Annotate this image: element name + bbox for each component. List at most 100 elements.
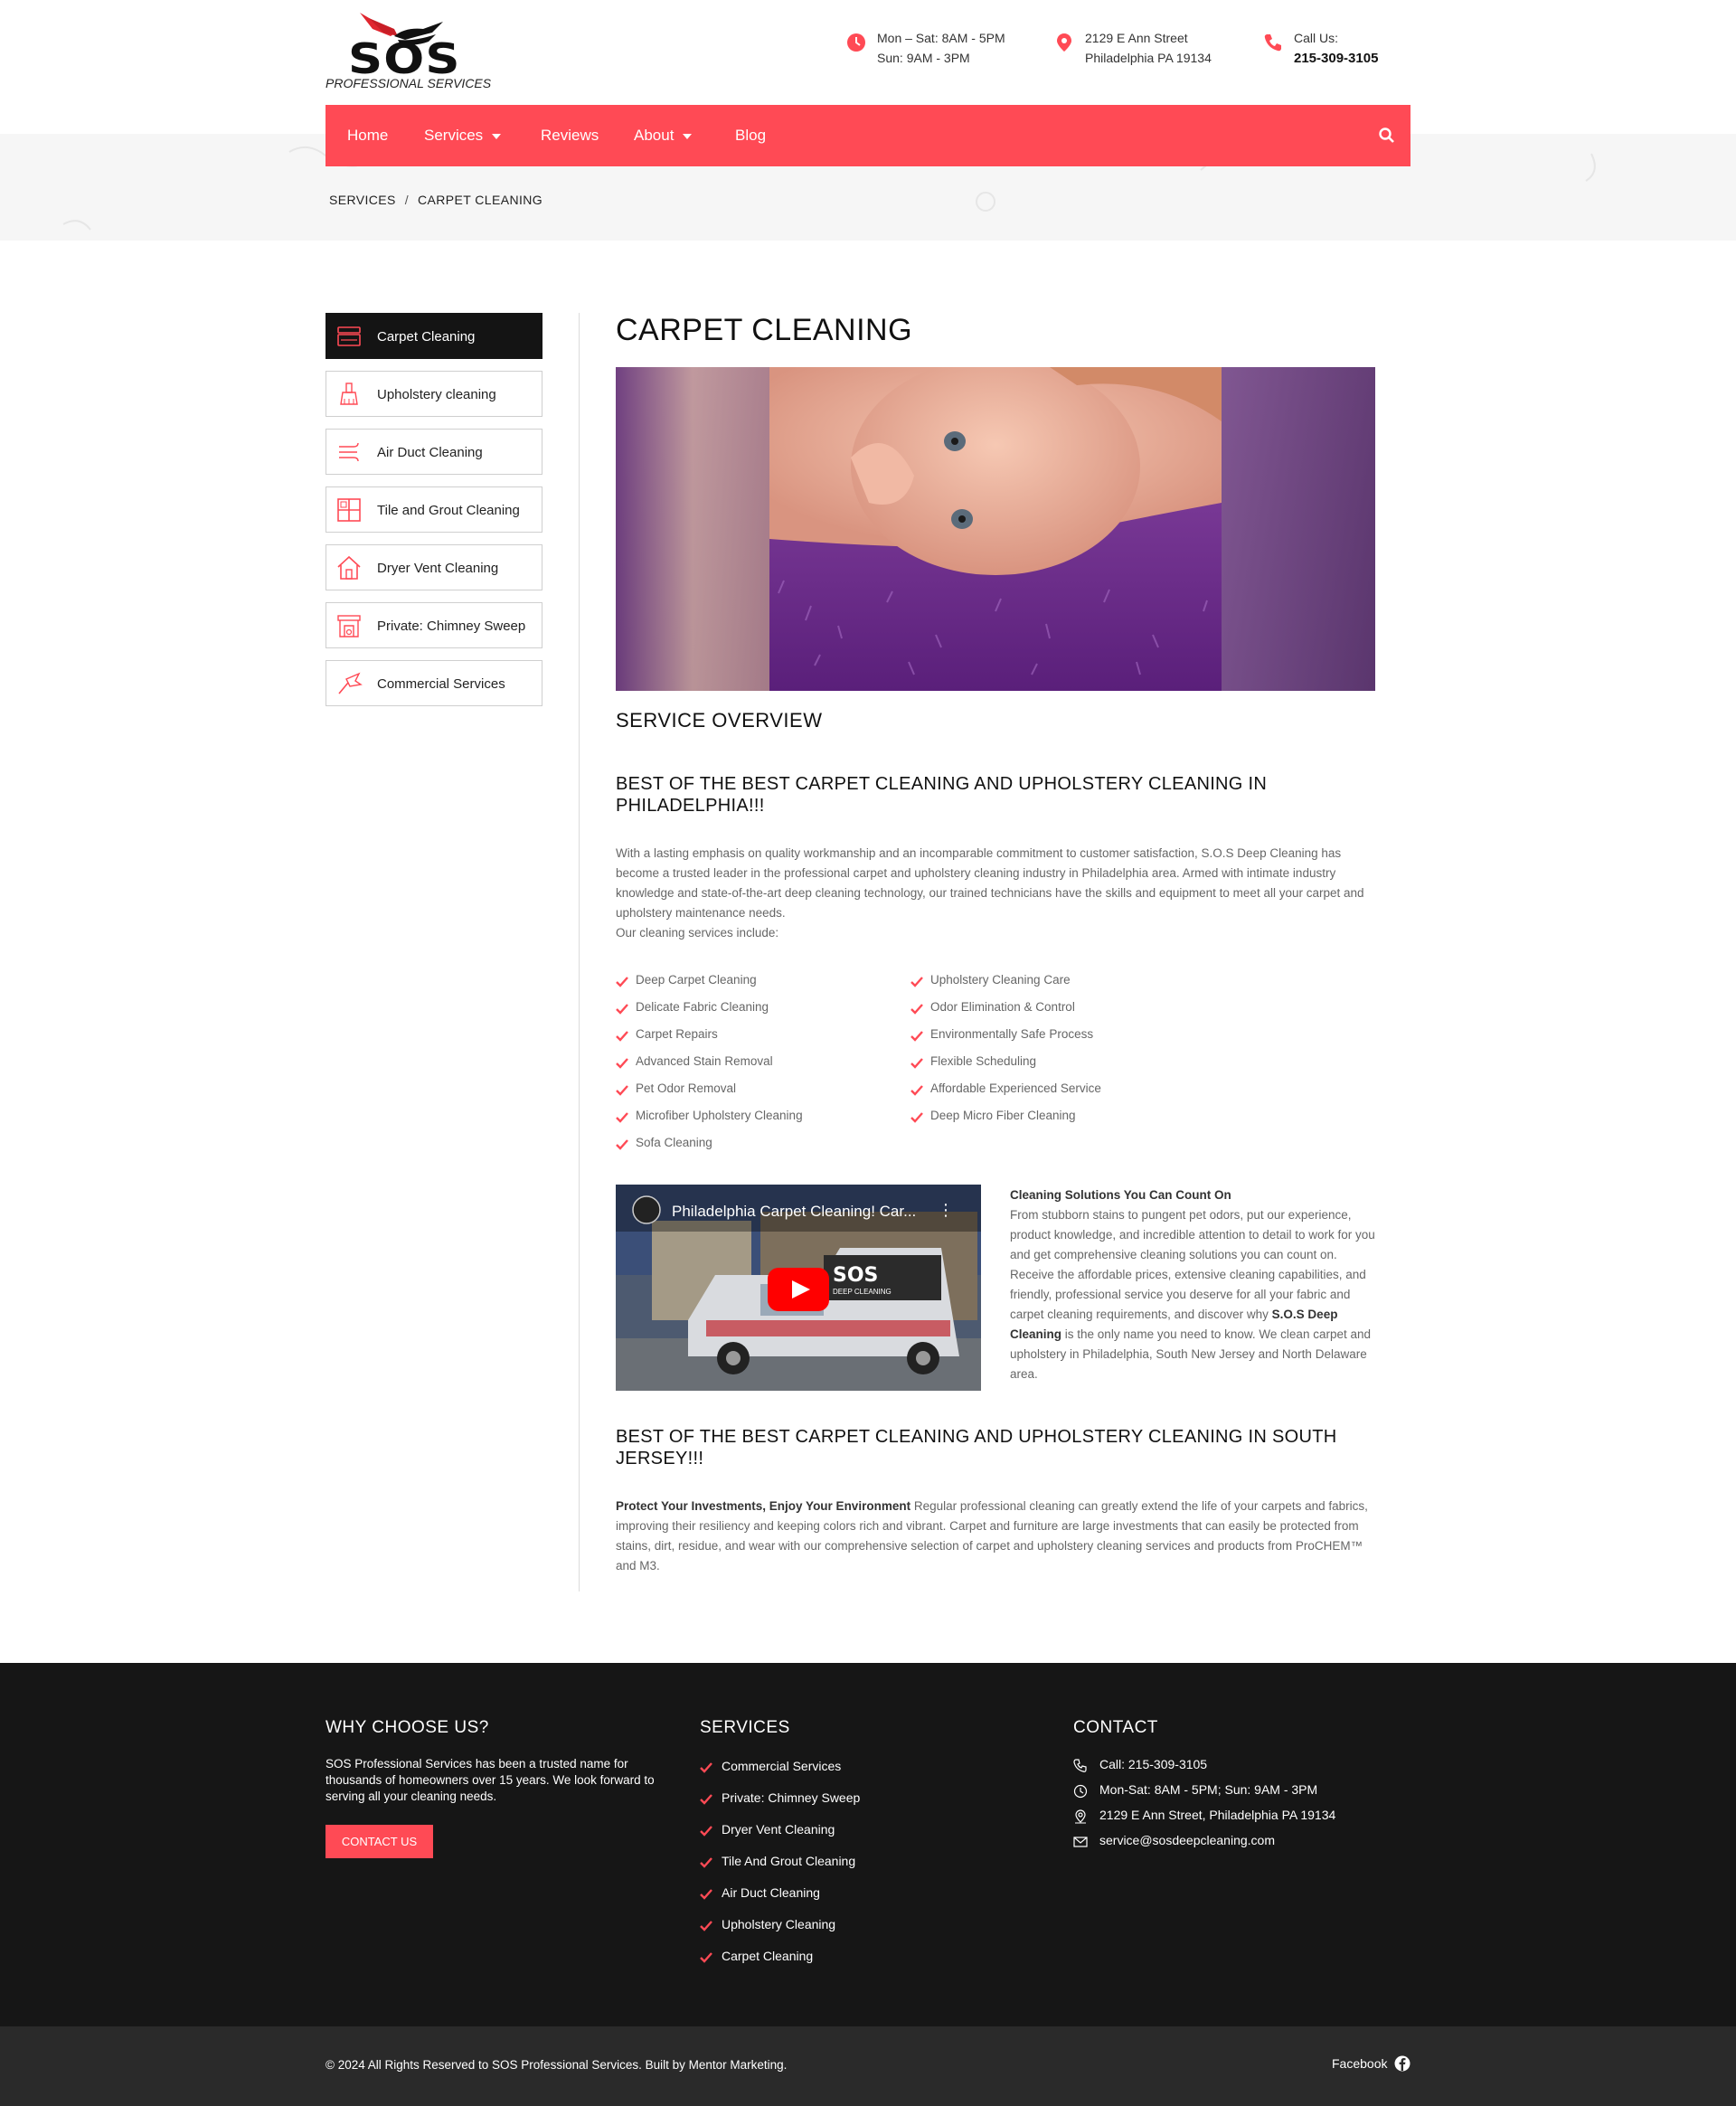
check-icon	[700, 1794, 712, 1805]
sidebar-item-tile-grout-cleaning[interactable]: Tile and Grout Cleaning	[326, 486, 542, 533]
check-icon	[700, 1762, 712, 1773]
why-choose-title: WHY CHOOSE US?	[326, 1718, 489, 1737]
page-title: CARPET CLEANING	[616, 313, 913, 347]
nav-reviews-label: Reviews	[541, 127, 599, 144]
footer-services-title: SERVICES	[700, 1718, 790, 1737]
phone-icon	[1264, 34, 1281, 52]
sidebar-item-label: Upholstery cleaning	[377, 387, 496, 402]
nav-about[interactable]: About	[634, 127, 693, 145]
check-icon	[910, 1004, 923, 1015]
check-icon	[910, 1031, 923, 1042]
check-icon	[910, 977, 923, 987]
more-options-icon[interactable]: ⋮	[938, 1201, 954, 1220]
sidebar-item-air-duct-cleaning[interactable]: Air Duct Cleaning	[326, 429, 542, 475]
nav-blog-label: Blog	[735, 127, 767, 144]
footer-service-label: Commercial Services	[722, 1759, 842, 1773]
list-item-text: Delicate Fabric Cleaning	[636, 1000, 769, 1014]
call-number[interactable]: 215-309-3105	[1294, 51, 1378, 66]
play-icon[interactable]	[768, 1268, 829, 1311]
footer-service-label: Upholstery Cleaning	[722, 1917, 836, 1931]
protect-bold: Protect Your Investments, Enjoy Your Env…	[616, 1499, 911, 1513]
list-item-text: Environmentally Safe Process	[930, 1027, 1094, 1041]
check-icon	[616, 1031, 628, 1042]
footer-service-label: Carpet Cleaning	[722, 1949, 814, 1963]
copyright-text: © 2024 All Rights Reserved to SOS Profes…	[326, 2058, 788, 2072]
list-item-text: Carpet Repairs	[636, 1027, 718, 1041]
van-logo-text: SOS	[833, 1264, 879, 1287]
check-icon	[616, 1139, 628, 1150]
search-icon[interactable]	[1378, 127, 1396, 145]
footer-service-label: Dryer Vent Cleaning	[722, 1822, 835, 1837]
house-icon	[337, 555, 361, 580]
check-icon	[910, 1058, 923, 1069]
check-icon	[616, 977, 628, 987]
breadcrumb-services[interactable]: SERVICES	[329, 193, 396, 207]
logo-subtitle: PROFESSIONAL SERVICES	[326, 76, 492, 90]
site-logo[interactable]: SOS PROFESSIONAL SERVICES	[326, 7, 491, 90]
clock-icon	[1073, 1784, 1088, 1799]
contact-hours-text: Mon-Sat: 8AM - 5PM; Sun: 9AM - 3PM	[1099, 1782, 1318, 1797]
sidebar-item-carpet-cleaning[interactable]: Carpet Cleaning	[326, 313, 542, 359]
contact-address-text: 2129 E Ann Street, Philadelphia PA 19134	[1099, 1808, 1336, 1822]
check-icon	[700, 1826, 712, 1837]
check-icon	[700, 1952, 712, 1963]
footer-service-label: Private: Chimney Sweep	[722, 1790, 861, 1805]
check-icon	[700, 1889, 712, 1900]
contact-us-button[interactable]: CONTACT US	[326, 1825, 433, 1858]
list-item-text: Odor Elimination & Control	[930, 1000, 1075, 1014]
footer-service-label: Tile And Grout Cleaning	[722, 1854, 856, 1868]
nav-blog[interactable]: Blog	[735, 127, 766, 145]
breadcrumb-separator: /	[404, 193, 410, 207]
chevron-down-icon	[683, 133, 693, 139]
youtube-video-embed[interactable]: SOS DEEP CLEANING Philadelphia Carpet Cl…	[616, 1185, 981, 1391]
nav-services-label: Services	[424, 127, 484, 144]
nav-about-label: About	[634, 127, 675, 144]
footer-contact-title: CONTACT	[1073, 1718, 1158, 1737]
sidebar-item-label: Private: Chimney Sweep	[377, 619, 526, 634]
nav-services[interactable]: Services	[424, 127, 502, 145]
check-icon	[616, 1004, 628, 1015]
sidebar-item-label: Air Duct Cleaning	[377, 445, 483, 460]
sidebar-item-chimney-sweep[interactable]: Private: Chimney Sweep	[326, 602, 542, 648]
check-icon	[616, 1085, 628, 1096]
van-logo-sub: DEEP CLEANING	[833, 1288, 892, 1296]
check-icon	[700, 1857, 712, 1868]
video-title[interactable]: Philadelphia Carpet Cleaning! Car...	[672, 1203, 916, 1221]
list-item-text: Deep Carpet Cleaning	[636, 973, 757, 987]
facebook-link[interactable]: Facebook	[1332, 2056, 1387, 2071]
list-item-text: Flexible Scheduling	[930, 1054, 1037, 1068]
sidebar-item-commercial-services[interactable]: Commercial Services	[326, 660, 542, 706]
phone-icon	[1073, 1759, 1087, 1772]
check-icon	[616, 1058, 628, 1069]
check-icon	[910, 1085, 923, 1096]
air-flow-icon	[339, 442, 359, 462]
sidebar-item-upholstery-cleaning[interactable]: Upholstery cleaning	[326, 371, 542, 417]
nav-home[interactable]: Home	[347, 127, 388, 145]
carpet-icon	[337, 326, 361, 346]
content-divider	[579, 313, 580, 1591]
footer-service-label: Air Duct Cleaning	[722, 1885, 820, 1900]
why-choose-text: SOS Professional Services has been a tru…	[326, 1757, 655, 1803]
sidebar-item-label: Carpet Cleaning	[377, 329, 476, 345]
nav-home-label: Home	[347, 127, 389, 144]
contact-phone-text: Call: 215-309-3105	[1099, 1757, 1208, 1771]
map-pin-icon	[1057, 33, 1071, 52]
list-item-text: Affordable Experienced Service	[930, 1081, 1101, 1095]
includes-text: Our cleaning services include:	[616, 926, 779, 940]
nav-reviews[interactable]: Reviews	[541, 127, 599, 145]
protect-paragraph: Protect Your Investments, Enjoy Your Env…	[616, 1497, 1375, 1576]
brush-icon	[340, 382, 358, 405]
facebook-icon[interactable]	[1394, 2055, 1410, 2072]
check-icon	[616, 1112, 628, 1123]
philadelphia-heading: BEST OF THE BEST CARPET CLEANING AND UPH…	[616, 774, 1268, 816]
list-item-text: Microfiber Upholstery Cleaning	[636, 1109, 803, 1122]
sidebar-item-label: Commercial Services	[377, 676, 505, 692]
solutions-text-a: From stubborn stains to pungent pet odor…	[1010, 1208, 1375, 1321]
sidebar-item-dryer-vent-cleaning[interactable]: Dryer Vent Cleaning	[326, 544, 542, 590]
cleaning-solutions-text: Cleaning Solutions You Can Count On From…	[1010, 1185, 1376, 1384]
duster-icon	[338, 672, 363, 694]
main-nav: Home Services Reviews About Blog	[326, 105, 1410, 166]
call-label: Call Us:	[1294, 31, 1339, 45]
south-jersey-heading: BEST OF THE BEST CARPET CLEANING AND UPH…	[616, 1427, 1337, 1469]
chevron-down-icon	[492, 133, 502, 139]
